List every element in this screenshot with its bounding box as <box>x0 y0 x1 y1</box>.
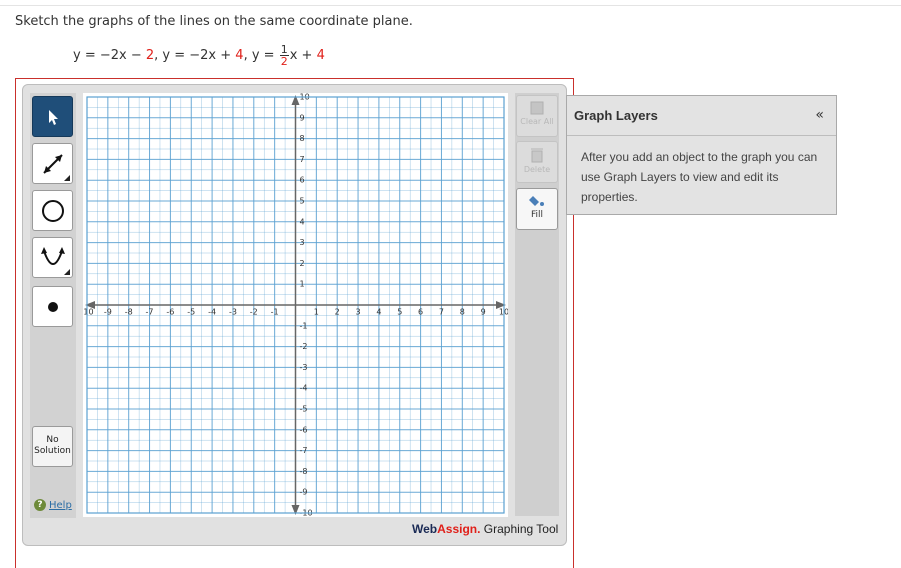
x-tick-label: 2 <box>335 308 340 317</box>
y-tick-label: -8 <box>300 467 308 476</box>
submenu-indicator-icon <box>64 175 70 181</box>
top-divider <box>0 5 901 6</box>
help-icon: ? <box>34 499 46 511</box>
clear-all-label: Clear All <box>520 117 554 126</box>
help-label: Help <box>49 499 72 511</box>
y-tick-label: 2 <box>300 259 305 268</box>
x-tick-label: 8 <box>460 308 465 317</box>
equation-3-tail: x + <box>289 48 317 63</box>
circle-tool-button[interactable] <box>32 190 73 231</box>
x-tick-label: 5 <box>397 308 402 317</box>
x-tick-label: -10 <box>83 308 94 317</box>
equation-separator-1: , y = −2x + <box>154 48 236 63</box>
delete-button[interactable]: Delete <box>516 141 558 183</box>
x-tick-label: -1 <box>271 308 279 317</box>
pointer-tool-button[interactable] <box>32 96 73 137</box>
y-tick-label: 5 <box>300 197 305 206</box>
trash-icon <box>531 148 543 163</box>
y-tick-label: 8 <box>300 134 305 143</box>
fraction-denominator: 2 <box>280 55 288 68</box>
x-tick-label: 6 <box>418 308 423 317</box>
x-tick-label: -5 <box>187 308 195 317</box>
y-tick-label: -3 <box>300 363 308 372</box>
x-tick-label: 7 <box>439 308 444 317</box>
equation-1-constant: 2 <box>145 48 155 63</box>
webassign-brand: WebAssign. Graphing Tool <box>412 522 558 536</box>
y-tick-label: -2 <box>300 342 308 351</box>
y-tick-label: 4 <box>300 217 305 226</box>
graph-layers-description: After you add an object to the graph you… <box>581 150 818 204</box>
delete-label: Delete <box>523 165 551 174</box>
x-tick-label: 3 <box>356 308 361 317</box>
y-tick-label: 1 <box>300 280 305 289</box>
y-tick-label: 3 <box>300 238 305 247</box>
coordinate-plane[interactable]: -10-9-8-7-6-5-4-3-2-11234567891010987654… <box>80 93 509 518</box>
x-tick-label: 9 <box>481 308 486 317</box>
point-icon <box>47 301 58 312</box>
paint-bucket-icon <box>529 196 544 206</box>
equation-3-constant: 4 <box>316 48 325 63</box>
x-tick-label: -2 <box>250 308 258 317</box>
point-tool-button[interactable] <box>32 286 73 327</box>
y-tick-label: -1 <box>300 321 308 330</box>
equation-list: y = −2x − 2, y = −2x + 4, y = 12x + 4 <box>73 44 325 67</box>
line-arrows-icon <box>42 153 63 174</box>
graph-layers-title: Graph Layers <box>574 108 658 123</box>
no-solution-line-1: No <box>46 435 59 445</box>
x-tick-label: -6 <box>166 308 174 317</box>
parabola-icon <box>40 246 65 265</box>
tool-palette: No Solution <box>30 93 76 518</box>
pointer-icon <box>48 109 58 125</box>
y-tick-label: -5 <box>300 405 308 414</box>
y-tick-label: 9 <box>300 113 305 122</box>
x-tick-label: -9 <box>104 308 112 317</box>
brand-web: Web <box>412 522 438 536</box>
fill-button[interactable]: Fill <box>516 188 558 230</box>
edit-tools-bar: Clear All Delete Fill <box>515 93 559 516</box>
y-tick-label: 6 <box>300 176 305 185</box>
fill-label: Fill <box>530 210 544 220</box>
y-tick-label: -4 <box>300 384 308 393</box>
no-solution-line-2: Solution <box>34 446 71 456</box>
y-tick-label: -9 <box>300 488 308 497</box>
x-tick-label: -3 <box>229 308 237 317</box>
question-prompt: Sketch the graphs of the lines on the sa… <box>15 14 413 29</box>
brand-tool: Graphing Tool <box>480 522 559 536</box>
line-tool-button[interactable] <box>32 143 73 184</box>
y-tick-label: 7 <box>300 155 305 164</box>
clear-all-button[interactable]: Clear All <box>516 95 558 137</box>
x-tick-label: 1 <box>314 308 319 317</box>
x-tick-label: -7 <box>146 308 154 317</box>
no-solution-button[interactable]: No Solution <box>32 426 73 467</box>
x-tick-label: -4 <box>208 308 216 317</box>
submenu-indicator-icon <box>64 269 70 275</box>
collapse-icon[interactable]: « <box>815 107 824 123</box>
x-tick-label: 4 <box>376 308 381 317</box>
x-tick-label: -8 <box>125 308 133 317</box>
brand-assign: Assign. <box>437 522 481 536</box>
circle-icon <box>41 199 64 222</box>
graph-layers-header: Graph Layers « <box>567 96 836 136</box>
graph-layers-panel: Graph Layers « After you add an object t… <box>566 95 837 215</box>
equation-1-prefix: y = −2x − <box>73 48 146 63</box>
y-tick-label: -7 <box>300 446 308 455</box>
clear-all-icon <box>530 101 544 115</box>
equation-2-constant: 4 <box>235 48 244 63</box>
help-link[interactable]: ? Help <box>34 499 72 511</box>
equation-separator-2: , y = <box>243 48 279 63</box>
graph-canvas[interactable]: -10-9-8-7-6-5-4-3-2-11234567891010987654… <box>80 93 509 518</box>
y-tick-label: -6 <box>300 425 308 434</box>
equation-3-fraction: 12 <box>279 44 289 68</box>
parabola-tool-button[interactable] <box>32 237 73 278</box>
